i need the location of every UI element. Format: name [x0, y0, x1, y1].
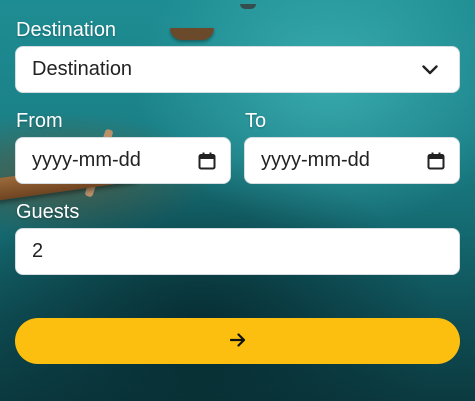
- to-date-placeholder: yyyy-mm-dd: [261, 149, 370, 171]
- chevron-down-icon: [419, 59, 441, 81]
- from-date-input[interactable]: yyyy-mm-dd: [15, 137, 231, 184]
- guests-label: Guests: [16, 201, 80, 223]
- guests-value: 2: [32, 240, 44, 262]
- from-label: From: [16, 110, 63, 132]
- destination-select-value: Destination: [32, 58, 133, 80]
- distant-boat: [240, 4, 256, 9]
- destination-label: Destination: [16, 19, 117, 41]
- rowboat: [170, 28, 214, 40]
- arrow-right-icon: [229, 332, 246, 351]
- to-label: To: [245, 110, 267, 132]
- destination-select[interactable]: Destination: [15, 46, 460, 93]
- submit-button[interactable]: [15, 318, 460, 364]
- calendar-icon[interactable]: [196, 150, 218, 172]
- guests-input[interactable]: 2: [15, 228, 460, 275]
- from-date-placeholder: yyyy-mm-dd: [32, 149, 141, 171]
- calendar-icon[interactable]: [425, 150, 447, 172]
- to-date-input[interactable]: yyyy-mm-dd: [244, 137, 460, 184]
